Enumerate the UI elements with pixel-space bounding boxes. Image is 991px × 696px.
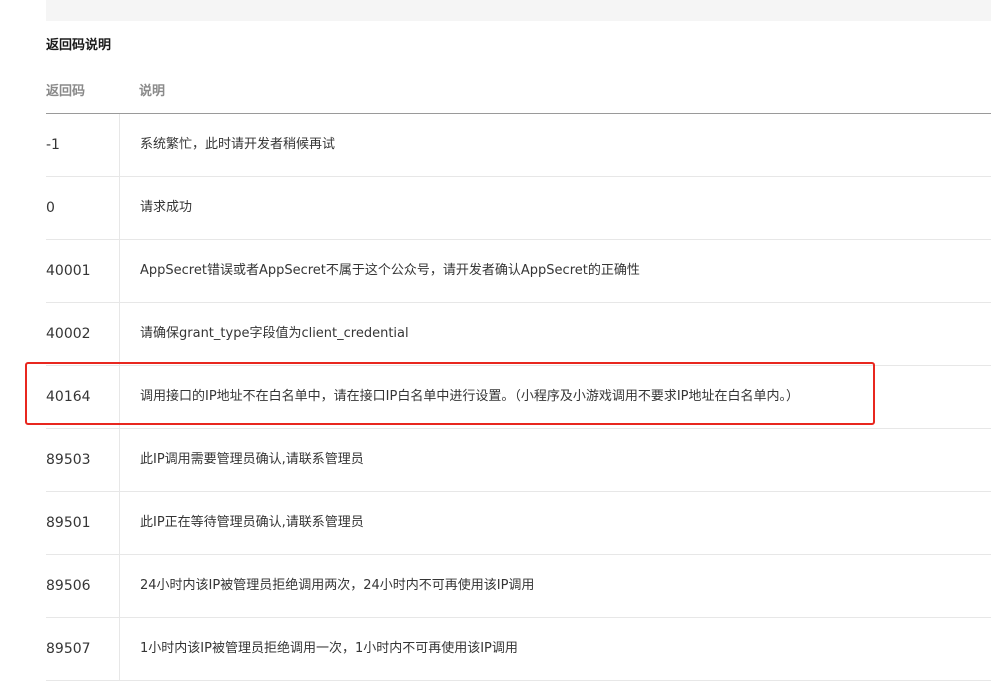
- cell-code: 40001: [46, 263, 91, 279]
- column-divider: [119, 303, 120, 365]
- column-divider: [119, 618, 120, 680]
- table-header: 返回码 说明: [46, 70, 991, 114]
- cell-description: 请求成功: [140, 200, 193, 215]
- cell-description: 此IP正在等待管理员确认,请联系管理员: [140, 515, 364, 530]
- page: 返回码说明 返回码 说明 -1 系统繁忙，此时请开发者稍候再试 0 请求成功 4…: [0, 0, 991, 696]
- cell-code: 89503: [46, 452, 91, 468]
- cell-description: 1小时内该IP被管理员拒绝调用一次，1小时内不可再使用该IP调用: [140, 641, 518, 656]
- cell-description: 此IP调用需要管理员确认,请联系管理员: [140, 452, 364, 467]
- table-row: 89501 此IP正在等待管理员确认,请联系管理员: [46, 492, 991, 555]
- table-row: 89507 1小时内该IP被管理员拒绝调用一次，1小时内不可再使用该IP调用: [46, 618, 991, 681]
- cell-code: 0: [46, 200, 55, 216]
- section-title: 返回码说明: [46, 38, 112, 53]
- header-description: 说明: [139, 84, 166, 99]
- table-row: 0 请求成功: [46, 177, 991, 240]
- table-row: -1 系统繁忙，此时请开发者稍候再试: [46, 114, 991, 177]
- cell-description: 请确保grant_type字段值为client_credential: [140, 326, 409, 341]
- cell-code: 40002: [46, 326, 91, 342]
- column-divider: [119, 240, 120, 302]
- column-divider: [119, 429, 120, 491]
- column-divider: [119, 114, 120, 176]
- table-row: 40001 AppSecret错误或者AppSecret不属于这个公众号，请开发…: [46, 240, 991, 303]
- cell-code: -1: [46, 137, 60, 153]
- highlight-box: [25, 362, 875, 425]
- cell-code: 89507: [46, 641, 91, 657]
- code-block-bottom: [46, 0, 991, 21]
- cell-code: 89501: [46, 515, 91, 531]
- cell-description: 系统繁忙，此时请开发者稍候再试: [140, 137, 336, 152]
- table-row: 89503 此IP调用需要管理员确认,请联系管理员: [46, 429, 991, 492]
- column-divider: [119, 492, 120, 554]
- header-code: 返回码: [46, 84, 86, 99]
- cell-description: 24小时内该IP被管理员拒绝调用两次，24小时内不可再使用该IP调用: [140, 578, 535, 593]
- column-divider: [119, 177, 120, 239]
- cell-description: AppSecret错误或者AppSecret不属于这个公众号，请开发者确认App…: [140, 263, 640, 278]
- cell-code: 89506: [46, 578, 91, 594]
- column-divider: [119, 555, 120, 617]
- table-row: 89506 24小时内该IP被管理员拒绝调用两次，24小时内不可再使用该IP调用: [46, 555, 991, 618]
- table-row: 40002 请确保grant_type字段值为client_credential: [46, 303, 991, 366]
